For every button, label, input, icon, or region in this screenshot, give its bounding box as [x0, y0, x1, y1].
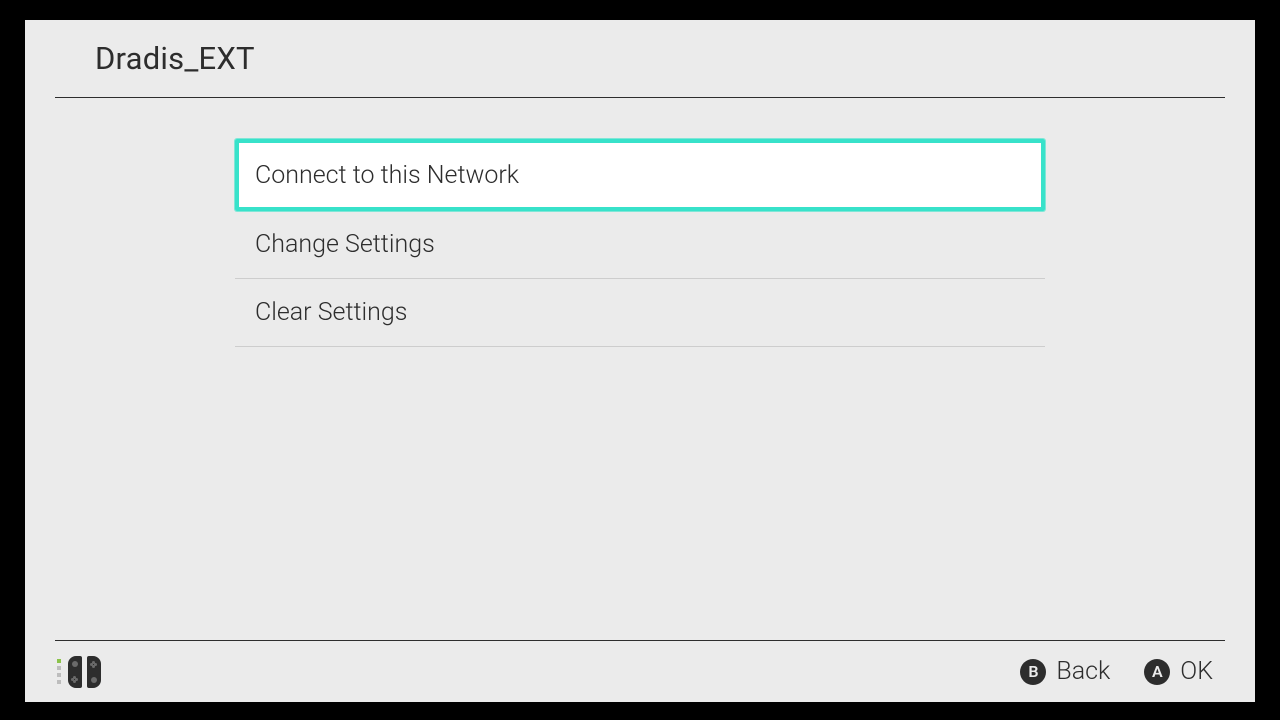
b-button-icon: B — [1020, 659, 1046, 685]
menu-item-change-settings[interactable]: Change Settings — [235, 211, 1045, 279]
menu-item-label: Change Settings — [255, 230, 435, 259]
footer: B Back A OK — [55, 640, 1225, 702]
joycon-left-icon — [68, 656, 82, 688]
footer-actions: B Back A OK — [1020, 657, 1213, 686]
action-label: Back — [1056, 657, 1110, 686]
page-title: Dradis_EXT — [95, 40, 255, 77]
network-options-menu: Connect to this Network Change Settings … — [235, 139, 1045, 347]
action-back[interactable]: B Back — [1020, 657, 1110, 686]
action-label: OK — [1180, 657, 1213, 686]
a-button-icon: A — [1144, 659, 1170, 685]
screen: Dradis_EXT Connect to this Network Chang… — [25, 20, 1255, 702]
menu-item-label: Clear Settings — [255, 298, 407, 327]
action-ok[interactable]: A OK — [1144, 657, 1213, 686]
menu-item-clear-settings[interactable]: Clear Settings — [235, 279, 1045, 347]
menu-item-label: Connect to this Network — [255, 161, 519, 190]
controller-indicator-icon — [57, 656, 101, 688]
header: Dradis_EXT — [55, 20, 1225, 98]
joycon-right-icon — [87, 656, 101, 688]
player-led-icon — [57, 659, 61, 684]
menu-item-connect[interactable]: Connect to this Network — [235, 139, 1045, 211]
